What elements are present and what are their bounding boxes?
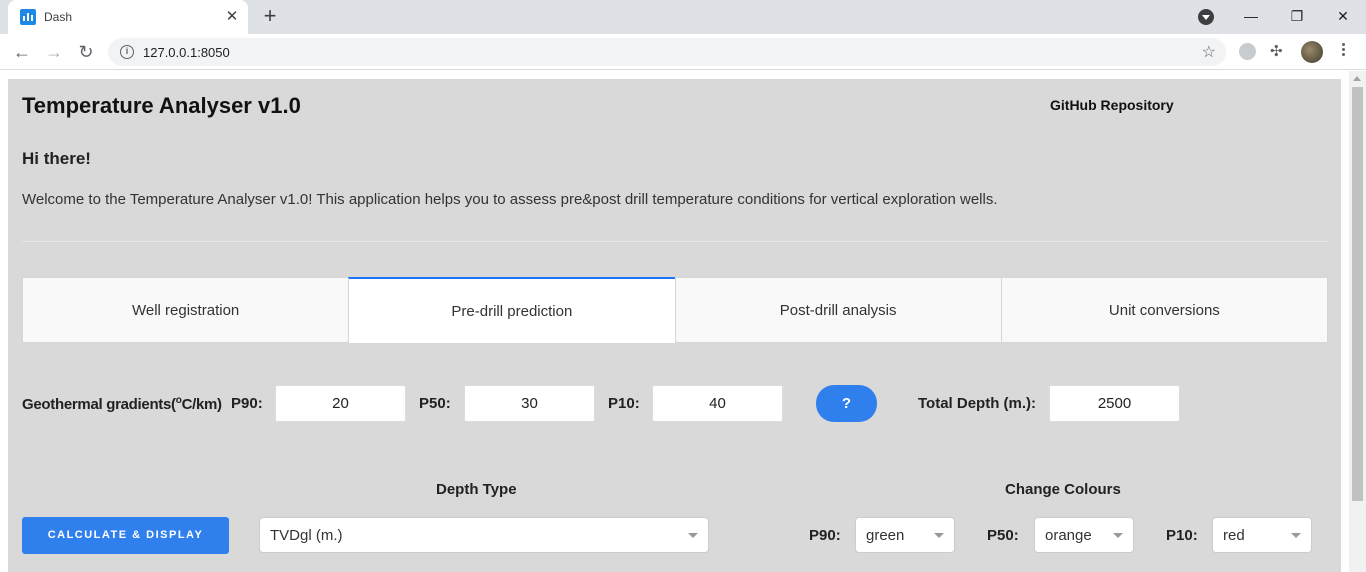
tab-close-icon[interactable]: ✕: [222, 7, 242, 27]
p50-colour-select[interactable]: orange: [1034, 517, 1134, 553]
p90-gradient-input[interactable]: [275, 385, 406, 422]
p10-colour-value: red: [1223, 527, 1245, 544]
github-repository-link[interactable]: GitHub Repository: [1050, 97, 1174, 113]
chevron-down-icon: [934, 533, 944, 538]
tab-well-registration[interactable]: Well registration: [22, 277, 349, 343]
geothermal-gradients-label: Geothermal gradients(oC/km): [22, 395, 222, 413]
back-icon[interactable]: ←: [10, 40, 34, 64]
browser-menu-icon[interactable]: [1340, 41, 1346, 61]
window-close-button[interactable]: ✕: [1328, 4, 1358, 28]
dash-favicon-icon: [20, 9, 36, 25]
p50-gradient-input[interactable]: [464, 385, 595, 422]
p10-gradient-input[interactable]: [652, 385, 783, 422]
extension-icon[interactable]: [1239, 43, 1256, 60]
browser-toolbar: ← → ↻ i 127.0.0.1:8050 ☆: [0, 34, 1366, 70]
profile-avatar[interactable]: [1301, 41, 1323, 63]
total-depth-label: Total Depth (m.):: [918, 395, 1037, 412]
chevron-down-icon: [1113, 533, 1123, 538]
browser-tab[interactable]: Dash ✕: [8, 0, 248, 34]
scroll-up-arrow-icon[interactable]: [1353, 76, 1361, 81]
browser-tab-bar: Dash ✕ + — ❐ ✕: [0, 0, 1366, 34]
p90-colour-value: green: [866, 527, 905, 544]
p90-colour-select[interactable]: green: [855, 517, 955, 553]
p10-colour-label: P10:: [1166, 527, 1198, 544]
help-button[interactable]: ?: [816, 385, 877, 422]
tab-post-drill-analysis[interactable]: Post-drill analysis: [674, 277, 1001, 343]
calculate-display-button[interactable]: CALCULATE & DISPLAY: [22, 517, 229, 554]
chevron-down-icon: [688, 533, 698, 538]
scrollbar-thumb[interactable]: [1352, 87, 1363, 501]
minimize-button[interactable]: —: [1236, 4, 1266, 28]
change-colours-heading: Change Colours: [1005, 481, 1121, 498]
tab-pre-drill-prediction[interactable]: Pre-drill prediction: [348, 277, 675, 343]
depth-type-select[interactable]: TVDgl (m.): [259, 517, 709, 553]
total-depth-input[interactable]: [1049, 385, 1180, 422]
address-bar[interactable]: i 127.0.0.1:8050 ☆: [108, 38, 1226, 66]
greeting-heading: Hi there!: [22, 149, 91, 168]
url-text[interactable]: 127.0.0.1:8050: [143, 45, 230, 60]
extensions-puzzle-icon[interactable]: ✣: [1270, 42, 1283, 60]
p90-gradient-label: P90:: [231, 395, 263, 412]
bookmark-star-icon[interactable]: ☆: [1202, 42, 1216, 62]
site-info-icon[interactable]: i: [120, 45, 134, 59]
p10-colour-select[interactable]: red: [1212, 517, 1312, 553]
app-title: Temperature Analyser v1.0: [22, 93, 301, 118]
chevron-down-icon: [1291, 533, 1301, 538]
tab-search-icon[interactable]: [1198, 9, 1214, 25]
p10-gradient-label: P10:: [608, 395, 640, 412]
page-scrollbar[interactable]: [1349, 71, 1366, 572]
main-tabs: Well registration Pre-drill prediction P…: [22, 277, 1328, 343]
page-viewport: Temperature Analyser v1.0 GitHub Reposit…: [0, 71, 1349, 572]
tab-unit-conversions[interactable]: Unit conversions: [1000, 277, 1328, 343]
p90-colour-label: P90:: [809, 527, 841, 544]
p50-gradient-label: P50:: [419, 395, 451, 412]
restore-button[interactable]: ❐: [1282, 4, 1312, 28]
divider: [22, 241, 1328, 242]
reload-icon[interactable]: ↻: [74, 40, 98, 64]
p50-colour-label: P50:: [987, 527, 1019, 544]
app-container: Temperature Analyser v1.0 GitHub Reposit…: [8, 79, 1341, 572]
forward-icon[interactable]: →: [42, 40, 66, 64]
depth-type-heading: Depth Type: [436, 481, 517, 498]
new-tab-button[interactable]: +: [258, 5, 282, 29]
tab-title: Dash: [44, 10, 73, 24]
depth-type-value: TVDgl (m.): [270, 527, 343, 544]
p50-colour-value: orange: [1045, 527, 1092, 544]
welcome-text: Welcome to the Temperature Analyser v1.0…: [22, 191, 998, 208]
